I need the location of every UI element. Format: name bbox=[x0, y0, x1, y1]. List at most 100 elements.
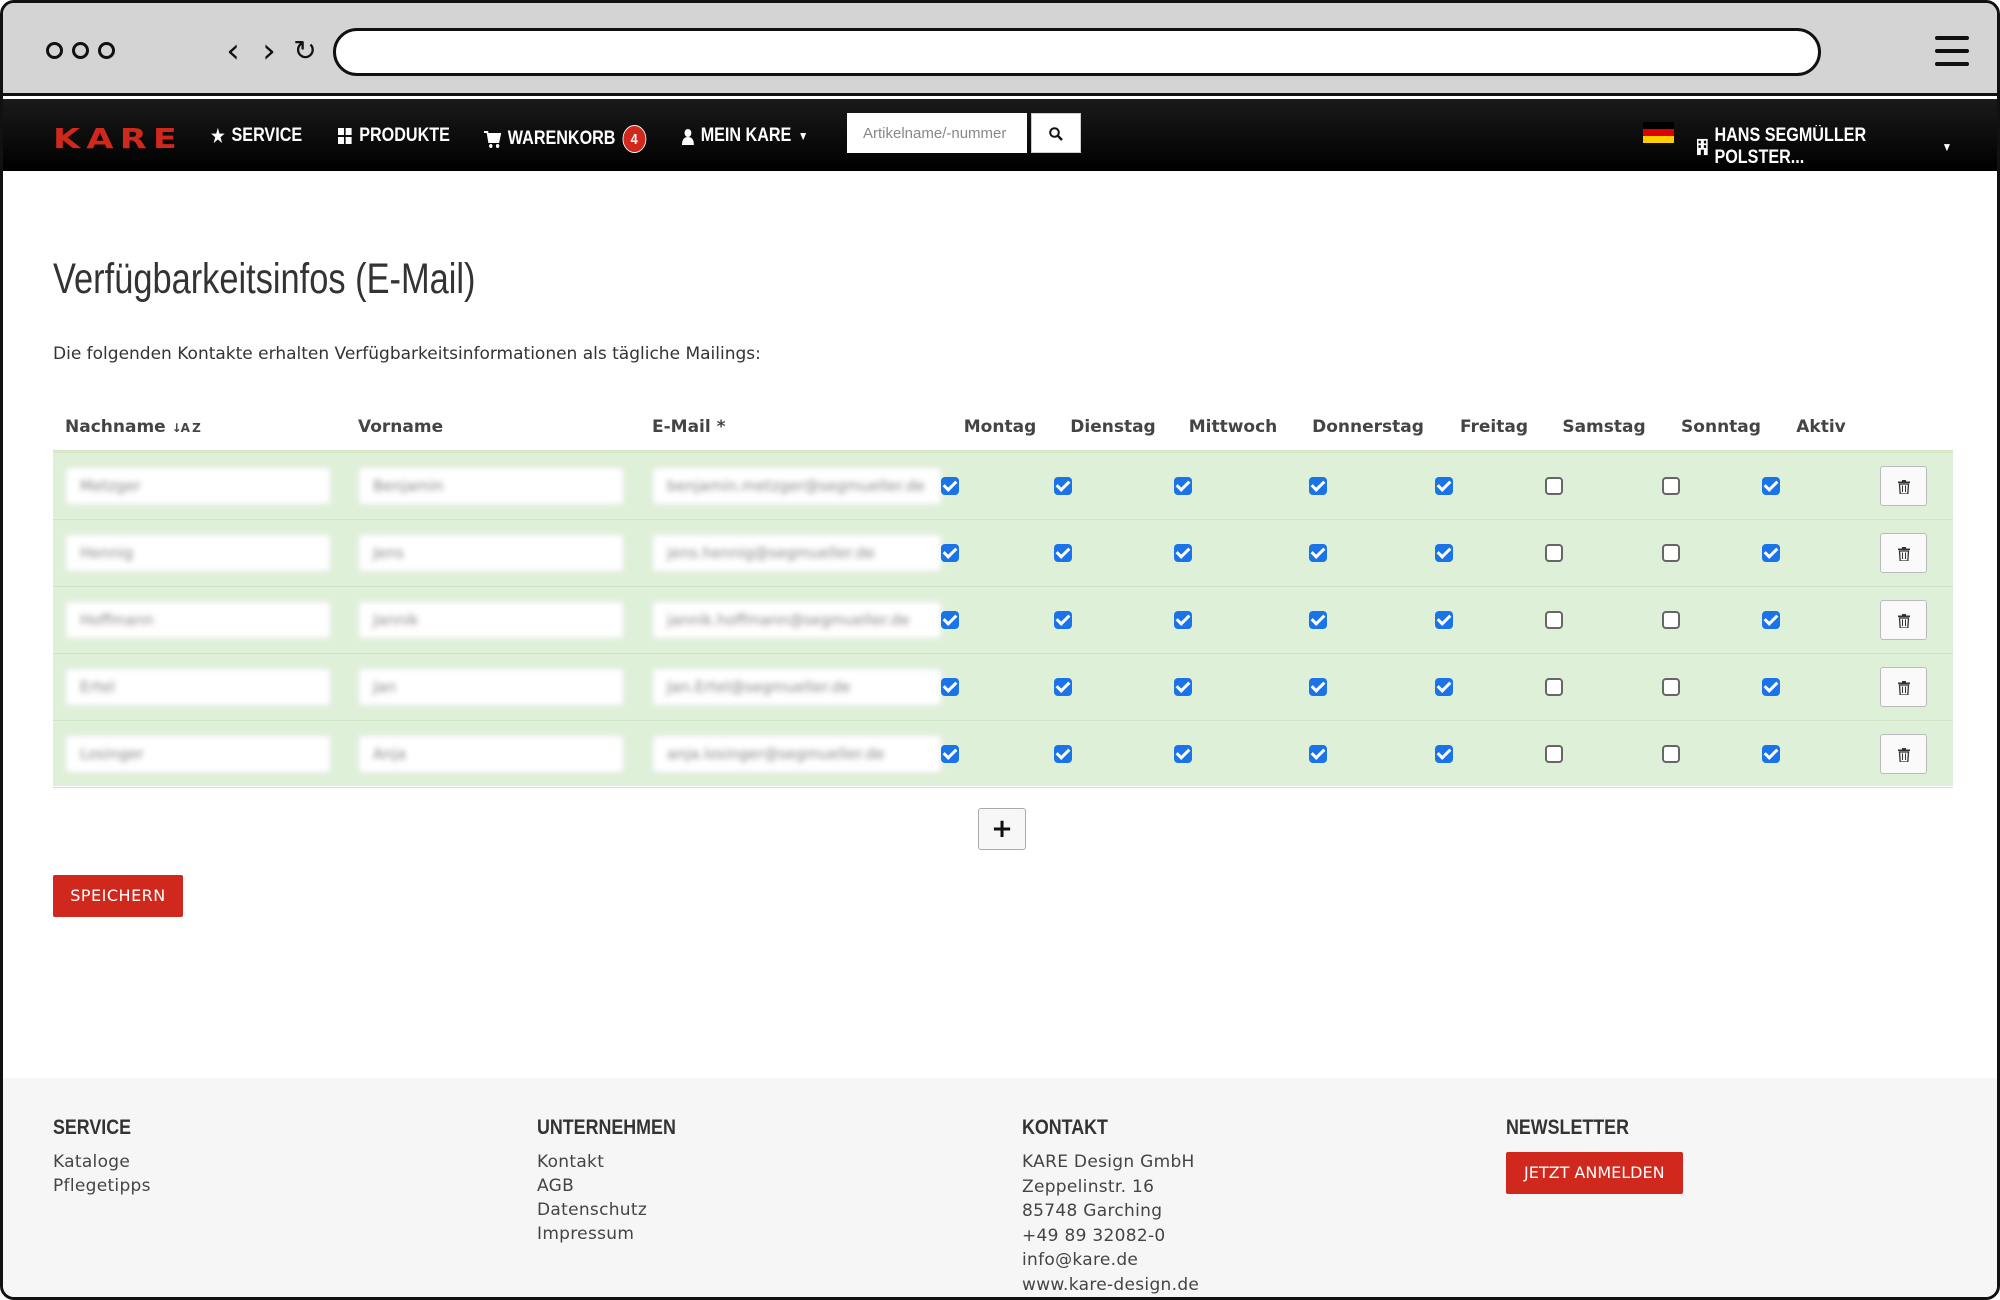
search-button[interactable] bbox=[1031, 113, 1081, 153]
footer-link[interactable]: Kataloge bbox=[53, 1150, 151, 1174]
day-checkbox[interactable] bbox=[1174, 611, 1192, 629]
day-checkbox[interactable] bbox=[941, 544, 959, 562]
day-checkbox[interactable] bbox=[1662, 745, 1680, 763]
address-bar[interactable] bbox=[333, 28, 1821, 76]
header-nachname[interactable]: Nachname ↓A Z bbox=[65, 417, 201, 437]
aktiv-checkbox[interactable] bbox=[1762, 678, 1780, 696]
delete-row-button[interactable] bbox=[1880, 734, 1927, 774]
delete-row-button[interactable] bbox=[1880, 533, 1927, 573]
day-checkbox[interactable] bbox=[1174, 678, 1192, 696]
day-checkbox[interactable] bbox=[1054, 477, 1072, 495]
day-checkbox[interactable] bbox=[1662, 544, 1680, 562]
day-checkbox[interactable] bbox=[1054, 678, 1072, 696]
nav-mein-kare[interactable]: MEIN KARE ▼ bbox=[682, 125, 808, 147]
day-checkbox[interactable] bbox=[1435, 544, 1453, 562]
day-checkbox[interactable] bbox=[1545, 611, 1563, 629]
aktiv-checkbox[interactable] bbox=[1762, 544, 1780, 562]
day-checkbox[interactable] bbox=[1174, 477, 1192, 495]
nachname-input[interactable]: Ertel bbox=[65, 668, 331, 706]
account-menu[interactable]: HANS SEGMÜLLER POLSTER... ▼ bbox=[1697, 125, 1952, 169]
day-checkbox[interactable] bbox=[1309, 477, 1327, 495]
email-input[interactable]: benjamin.metzger@segmueller.de bbox=[652, 467, 942, 505]
germany-flag-icon[interactable] bbox=[1643, 122, 1674, 143]
footer-link[interactable]: Kontakt bbox=[537, 1150, 700, 1174]
email-input[interactable]: anja.losinger@segmueller.de bbox=[652, 735, 942, 773]
footer-newsletter: NEWSLETTER JETZT ANMELDEN bbox=[1506, 1116, 1683, 1194]
window-dot-icon[interactable] bbox=[98, 42, 115, 59]
nachname-input[interactable]: Metzger bbox=[65, 467, 331, 505]
newsletter-signup-button[interactable]: JETZT ANMELDEN bbox=[1506, 1152, 1683, 1194]
vorname-input[interactable]: Jens bbox=[358, 534, 624, 572]
kare-logo[interactable]: KARE bbox=[53, 122, 183, 155]
vorname-input[interactable]: Benjamin bbox=[358, 467, 624, 505]
day-checkbox[interactable] bbox=[1435, 745, 1453, 763]
contact-website[interactable]: www.kare-design.de bbox=[1022, 1273, 1199, 1298]
day-checkbox[interactable] bbox=[1545, 745, 1563, 763]
day-checkbox[interactable] bbox=[1435, 477, 1453, 495]
day-checkbox[interactable] bbox=[1545, 477, 1563, 495]
day-checkbox[interactable] bbox=[1662, 678, 1680, 696]
contact-email[interactable]: info@kare.de bbox=[1022, 1248, 1199, 1273]
aktiv-checkbox[interactable] bbox=[1762, 477, 1780, 495]
day-checkbox[interactable] bbox=[1435, 678, 1453, 696]
day-checkbox[interactable] bbox=[1174, 745, 1192, 763]
nav-produkte[interactable]: PRODUKTE bbox=[338, 125, 450, 147]
day-checkbox[interactable] bbox=[1309, 611, 1327, 629]
vorname-input[interactable]: Anja bbox=[358, 735, 624, 773]
day-checkbox[interactable] bbox=[1545, 678, 1563, 696]
sort-az-icon[interactable]: ↓A Z bbox=[172, 421, 201, 435]
contact-city: 85748 Garching bbox=[1022, 1201, 1163, 1221]
footer-link[interactable]: Pflegetipps bbox=[53, 1174, 151, 1198]
table-row: Metzger Benjamin benjamin.metzger@segmuell… bbox=[53, 453, 1953, 520]
day-checkbox[interactable] bbox=[1054, 544, 1072, 562]
header-vorname: Vorname bbox=[358, 417, 444, 437]
nav-warenkorb[interactable]: WARENKORB 4 bbox=[484, 125, 647, 153]
day-checkbox[interactable] bbox=[1054, 611, 1072, 629]
delete-row-button[interactable] bbox=[1880, 667, 1927, 707]
footer-heading: NEWSLETTER bbox=[1506, 1116, 1629, 1139]
back-icon[interactable]: ‹ bbox=[219, 31, 247, 71]
nachname-input[interactable]: Hennig bbox=[65, 534, 331, 572]
footer-link[interactable]: Impressum bbox=[537, 1222, 700, 1246]
delete-row-button[interactable] bbox=[1880, 600, 1927, 640]
day-checkbox[interactable] bbox=[1174, 544, 1192, 562]
delete-row-button[interactable] bbox=[1880, 466, 1927, 506]
nav-service[interactable]: ★ SERVICE bbox=[211, 125, 302, 147]
reload-icon[interactable]: ↻ bbox=[291, 31, 319, 71]
aktiv-checkbox[interactable] bbox=[1762, 745, 1780, 763]
day-checkbox[interactable] bbox=[1309, 678, 1327, 696]
day-checkbox[interactable] bbox=[1309, 544, 1327, 562]
header-samstag: Samstag bbox=[1562, 417, 1646, 437]
footer-link[interactable]: Datenschutz bbox=[537, 1198, 700, 1222]
footer-kontakt: KONTAKT KARE Design GmbH Zeppelinstr. 16… bbox=[1022, 1116, 1199, 1297]
day-checkbox[interactable] bbox=[1662, 477, 1680, 495]
chevron-down-icon: ▼ bbox=[798, 129, 809, 143]
vorname-input[interactable]: Jan bbox=[358, 668, 624, 706]
forward-icon[interactable]: › bbox=[255, 31, 283, 71]
footer-link[interactable]: AGB bbox=[537, 1174, 700, 1198]
save-button[interactable]: SPEICHERN bbox=[53, 875, 183, 917]
day-checkbox[interactable] bbox=[941, 611, 959, 629]
aktiv-checkbox[interactable] bbox=[1762, 611, 1780, 629]
window-dot-icon[interactable] bbox=[46, 42, 63, 59]
email-input[interactable]: Jan.Ertel@segmueller.de bbox=[652, 668, 942, 706]
browser-menu-icon[interactable] bbox=[1935, 36, 1969, 75]
search-input[interactable] bbox=[847, 113, 1027, 153]
vorname-input[interactable]: Jannik bbox=[358, 601, 624, 639]
day-checkbox[interactable] bbox=[941, 745, 959, 763]
nachname-input[interactable]: Hoffmann bbox=[65, 601, 331, 639]
day-checkbox[interactable] bbox=[1435, 611, 1453, 629]
add-row-button[interactable]: + bbox=[978, 808, 1026, 850]
window-dot-icon[interactable] bbox=[72, 42, 89, 59]
contact-phone[interactable]: +49 89 32082-0 bbox=[1022, 1224, 1199, 1249]
nachname-input[interactable]: Losinger bbox=[65, 735, 331, 773]
day-checkbox[interactable] bbox=[941, 678, 959, 696]
day-checkbox[interactable] bbox=[1662, 611, 1680, 629]
day-checkbox[interactable] bbox=[1309, 745, 1327, 763]
day-checkbox[interactable] bbox=[1545, 544, 1563, 562]
cart-count-badge: 4 bbox=[622, 125, 647, 153]
day-checkbox[interactable] bbox=[1054, 745, 1072, 763]
email-input[interactable]: jens.hennig@segmueller.de bbox=[652, 534, 942, 572]
day-checkbox[interactable] bbox=[941, 477, 959, 495]
email-input[interactable]: jannik.hoffmann@segmueller.de bbox=[652, 601, 942, 639]
